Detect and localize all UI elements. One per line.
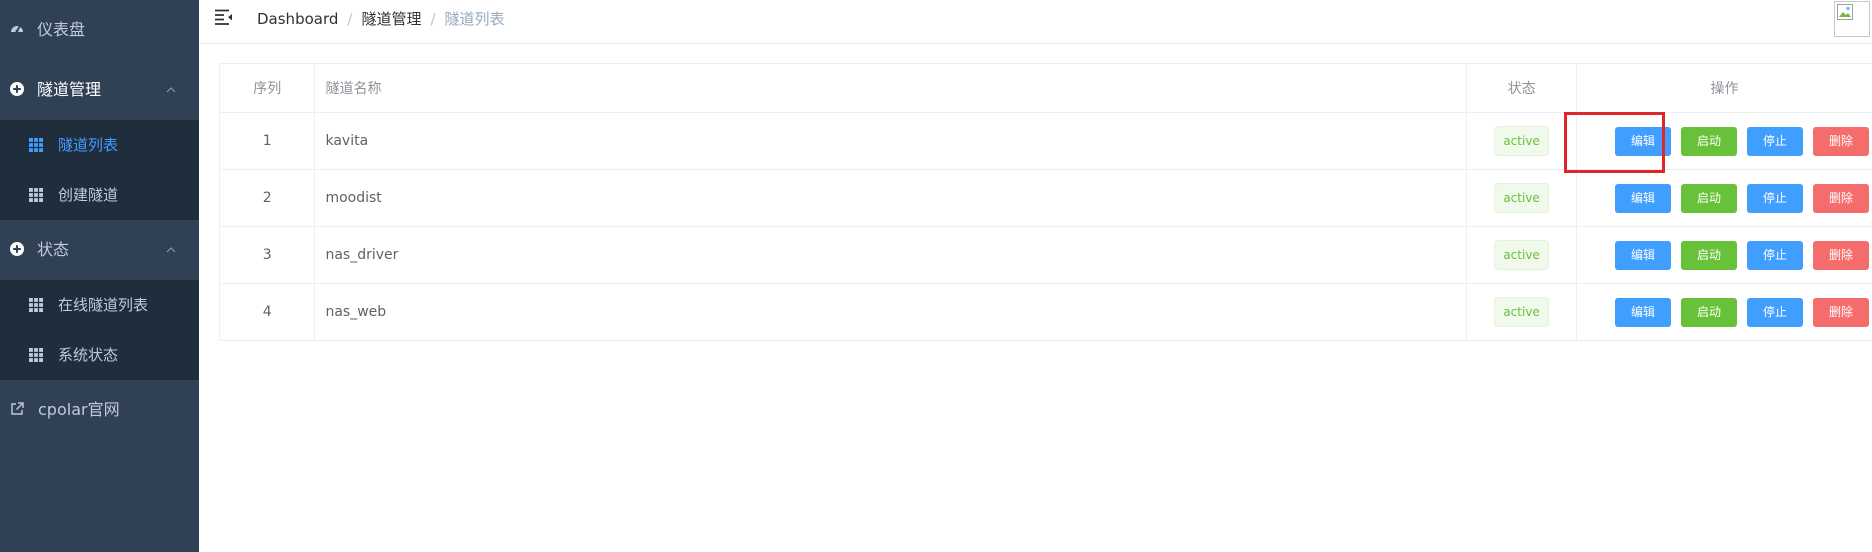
breadcrumb: Dashboard / 隧道管理 / 隧道列表 bbox=[257, 0, 505, 38]
start-button[interactable]: 启动 bbox=[1681, 126, 1738, 156]
submenu-status-items: 在线隧道列表 系统状态 bbox=[0, 280, 199, 380]
submenu-tunnel-management[interactable]: 隧道管理 bbox=[0, 60, 199, 120]
breadcrumb-tunnel-list: 隧道列表 bbox=[444, 10, 505, 28]
cell-index: 3 bbox=[220, 226, 316, 284]
avatar[interactable] bbox=[1834, 1, 1870, 37]
external-link-icon bbox=[11, 402, 24, 415]
breadcrumb-tunnel-management: 隧道管理 bbox=[361, 10, 422, 28]
navbar: Dashboard / 隧道管理 / 隧道列表 bbox=[199, 0, 1872, 44]
delete-button[interactable]: 删除 bbox=[1813, 297, 1870, 327]
submenu-label: 状态 bbox=[37, 240, 70, 259]
cell-tunnel-name: nas_web bbox=[314, 283, 1468, 341]
edit-button[interactable]: 编辑 bbox=[1615, 183, 1672, 213]
table-row: 1 kavita active 编辑 启动 停止 删除 bbox=[220, 112, 1872, 170]
status-badge: active bbox=[1494, 239, 1549, 270]
chevron-up-icon bbox=[166, 87, 176, 93]
chevron-up-icon bbox=[166, 247, 176, 253]
table-row: 3 nas_driver active 编辑 启动 停止 删除 bbox=[220, 226, 1872, 284]
column-header-status: 状态 bbox=[1466, 64, 1578, 113]
sidebar-item-system-status[interactable]: 系统状态 bbox=[0, 330, 199, 380]
status-badge: active bbox=[1494, 296, 1549, 327]
sidebar-item-tunnel-list[interactable]: 隧道列表 bbox=[0, 120, 199, 170]
cell-actions: 编辑 启动 停止 删除 bbox=[1576, 169, 1872, 227]
stop-button[interactable]: 停止 bbox=[1747, 183, 1804, 213]
cell-status: active bbox=[1466, 112, 1578, 170]
sidebar-item-label: 创建隧道 bbox=[58, 186, 119, 204]
column-header-actions: 操作 bbox=[1576, 64, 1872, 113]
cell-status: active bbox=[1466, 283, 1578, 341]
start-button[interactable]: 启动 bbox=[1681, 297, 1738, 327]
start-button[interactable]: 启动 bbox=[1681, 183, 1738, 213]
sidebar-item-label: 隧道列表 bbox=[58, 136, 119, 154]
cell-status: active bbox=[1466, 226, 1578, 284]
table-grid-icon bbox=[29, 298, 43, 312]
table-grid-icon bbox=[29, 138, 43, 152]
stop-button[interactable]: 停止 bbox=[1747, 126, 1804, 156]
cell-index: 4 bbox=[220, 283, 316, 341]
edit-button[interactable]: 编辑 bbox=[1615, 240, 1672, 270]
table-grid-icon bbox=[29, 348, 43, 362]
delete-button[interactable]: 删除 bbox=[1813, 240, 1870, 270]
delete-button[interactable]: 删除 bbox=[1813, 126, 1870, 156]
cell-tunnel-name: moodist bbox=[314, 169, 1468, 227]
sidebar-item-cpolar-site[interactable]: cpolar官网 bbox=[0, 380, 199, 440]
edit-button[interactable]: 编辑 bbox=[1615, 297, 1672, 327]
circle-plus-icon bbox=[10, 242, 24, 256]
sidebar: 仪表盘 隧道管理 隧道列表 创建隧道 状态 在线隧道列表 系统状态 cpolar… bbox=[0, 0, 199, 552]
status-badge: active bbox=[1494, 125, 1549, 156]
submenu-tunnel-items: 隧道列表 创建隧道 bbox=[0, 120, 199, 220]
sidebar-item-label: 仪表盘 bbox=[37, 20, 86, 39]
cell-status: active bbox=[1466, 169, 1578, 227]
sidebar-item-label: cpolar官网 bbox=[38, 400, 120, 419]
table-row: 4 nas_web active 编辑 启动 停止 删除 bbox=[220, 283, 1872, 341]
breadcrumb-separator: / bbox=[430, 10, 436, 28]
stop-button[interactable]: 停止 bbox=[1747, 240, 1804, 270]
dashboard-gauge-icon bbox=[11, 25, 23, 33]
sidebar-item-online-tunnels[interactable]: 在线隧道列表 bbox=[0, 280, 199, 330]
sidebar-item-create-tunnel[interactable]: 创建隧道 bbox=[0, 170, 199, 220]
cell-tunnel-name: kavita bbox=[314, 112, 1468, 170]
sidebar-item-label: 在线隧道列表 bbox=[58, 296, 149, 314]
submenu-status[interactable]: 状态 bbox=[0, 220, 199, 280]
circle-plus-icon bbox=[10, 82, 24, 96]
breadcrumb-dashboard[interactable]: Dashboard bbox=[257, 10, 338, 28]
cell-tunnel-name: nas_driver bbox=[314, 226, 1468, 284]
table-row: 2 moodist active 编辑 启动 停止 删除 bbox=[220, 169, 1872, 227]
table-grid-icon bbox=[29, 188, 43, 202]
column-header-index: 序列 bbox=[220, 64, 316, 113]
delete-button[interactable]: 删除 bbox=[1813, 183, 1870, 213]
cell-index: 2 bbox=[220, 169, 316, 227]
sidebar-item-dashboard[interactable]: 仪表盘 bbox=[0, 0, 199, 60]
cell-actions: 编辑 启动 停止 删除 bbox=[1576, 283, 1872, 341]
status-badge: active bbox=[1494, 182, 1549, 213]
start-button[interactable]: 启动 bbox=[1681, 240, 1738, 270]
cell-index: 1 bbox=[220, 112, 316, 170]
hamburger-fold-icon[interactable] bbox=[215, 9, 233, 25]
breadcrumb-separator: / bbox=[347, 10, 353, 28]
sidebar-item-label: 系统状态 bbox=[58, 346, 119, 364]
table-header-row: 序列 隧道名称 状态 操作 bbox=[220, 64, 1872, 113]
stop-button[interactable]: 停止 bbox=[1747, 297, 1804, 327]
cell-actions: 编辑 启动 停止 删除 bbox=[1576, 226, 1872, 284]
tunnel-table: 序列 隧道名称 状态 操作 1 kavita active 编辑 启动 停止 删… bbox=[219, 63, 1872, 341]
column-header-name: 隧道名称 bbox=[314, 64, 1468, 113]
edit-button[interactable]: 编辑 bbox=[1615, 126, 1672, 156]
submenu-label: 隧道管理 bbox=[37, 80, 102, 99]
broken-image-icon bbox=[1837, 4, 1853, 20]
cell-actions: 编辑 启动 停止 删除 bbox=[1576, 112, 1872, 170]
